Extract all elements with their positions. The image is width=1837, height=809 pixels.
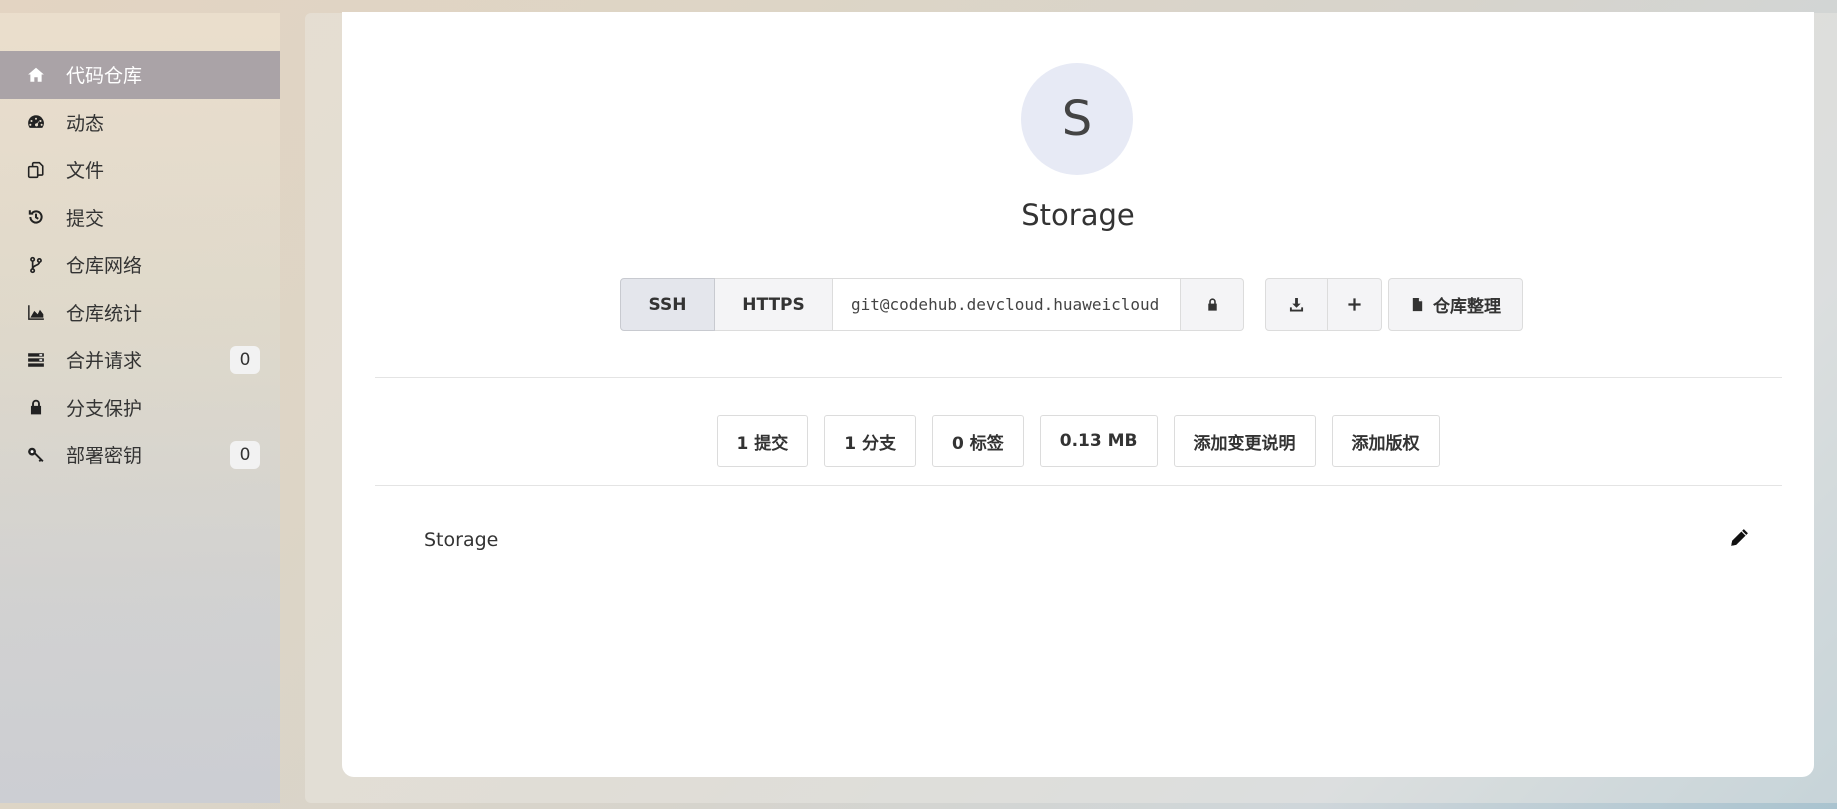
history-icon (24, 207, 48, 227)
merge-requests-count-badge: 0 (230, 345, 260, 374)
add-button[interactable] (1328, 278, 1382, 331)
clone-url-input[interactable] (833, 278, 1181, 331)
lock-icon (1207, 298, 1217, 311)
sidebar-item-label: 仓库网络 (66, 255, 143, 278)
sidebar-item-label: 部署密钥 (66, 445, 143, 468)
readme-title: Storage (424, 529, 499, 551)
lock-button[interactable] (1181, 278, 1244, 331)
sidebar-item-label: 代码仓库 (66, 65, 143, 88)
area-chart-icon (24, 302, 48, 322)
home-icon (24, 65, 48, 85)
sidebar-item-label: 文件 (66, 160, 105, 183)
repo-card: S Storage SSH HTTPS 仓库整理 1 提交 1 分支 0 标签 … (342, 12, 1814, 777)
merge-list-icon (24, 350, 48, 370)
sidebar-nav: 代码仓库 动态 文件 提交 仓库网络 仓库统计 合并请求 0 分支保护 部署密钥… (0, 51, 280, 479)
download-icon (1289, 297, 1304, 312)
download-button[interactable] (1265, 278, 1328, 331)
sidebar-item-label: 合并请求 (66, 350, 143, 373)
lock-icon (24, 397, 48, 417)
repo-tidy-label: 仓库整理 (1433, 297, 1501, 317)
clone-bar: SSH HTTPS 仓库整理 (620, 278, 1523, 331)
sidebar-item-files[interactable]: 文件 (0, 146, 280, 194)
sidebar-item-label: 动态 (66, 112, 105, 135)
sidebar-item-deploy-keys[interactable]: 部署密钥 0 (0, 431, 280, 479)
add-changelog-button[interactable]: 添加变更说明 (1173, 415, 1316, 467)
size-stat[interactable]: 0.13 MB (1039, 415, 1158, 467)
repo-actions: 仓库整理 (1265, 278, 1523, 331)
edit-pencil-icon[interactable] (1728, 527, 1750, 549)
file-icon (1412, 297, 1423, 312)
files-icon (24, 160, 48, 180)
sidebar-item-label: 提交 (66, 207, 105, 230)
commits-stat[interactable]: 1 提交 (716, 415, 809, 467)
divider-top (375, 377, 1782, 378)
sidebar-item-merge-requests[interactable]: 合并请求 0 (0, 336, 280, 384)
sidebar-item-commits[interactable]: 提交 (0, 194, 280, 242)
repo-title: Storage (1021, 198, 1135, 232)
sidebar-item-code-repo[interactable]: 代码仓库 (0, 51, 280, 99)
sidebar-item-activity[interactable]: 动态 (0, 99, 280, 147)
sidebar: 代码仓库 动态 文件 提交 仓库网络 仓库统计 合并请求 0 分支保护 部署密钥… (0, 13, 280, 803)
ssh-button[interactable]: SSH (620, 278, 715, 331)
branch-icon (24, 255, 48, 275)
sidebar-item-statistics[interactable]: 仓库统计 (0, 289, 280, 337)
dashboard-icon (24, 112, 48, 132)
sidebar-item-network[interactable]: 仓库网络 (0, 241, 280, 289)
plus-icon (1348, 298, 1361, 311)
repo-stats: 1 提交 1 分支 0 标签 0.13 MB 添加变更说明 添加版权 (342, 415, 1814, 467)
add-license-button[interactable]: 添加版权 (1331, 415, 1440, 467)
divider-bottom (375, 485, 1782, 486)
https-button[interactable]: HTTPS (715, 278, 833, 331)
sidebar-item-branch-protection[interactable]: 分支保护 (0, 384, 280, 432)
tags-stat[interactable]: 0 标签 (932, 415, 1024, 467)
sidebar-item-label: 分支保护 (66, 397, 143, 420)
repo-avatar: S (1021, 63, 1133, 175)
branches-stat[interactable]: 1 分支 (824, 415, 916, 467)
deploy-keys-count-badge: 0 (230, 440, 260, 469)
repo-tidy-button[interactable]: 仓库整理 (1388, 278, 1523, 331)
key-icon (24, 445, 48, 465)
sidebar-item-label: 仓库统计 (66, 302, 143, 325)
